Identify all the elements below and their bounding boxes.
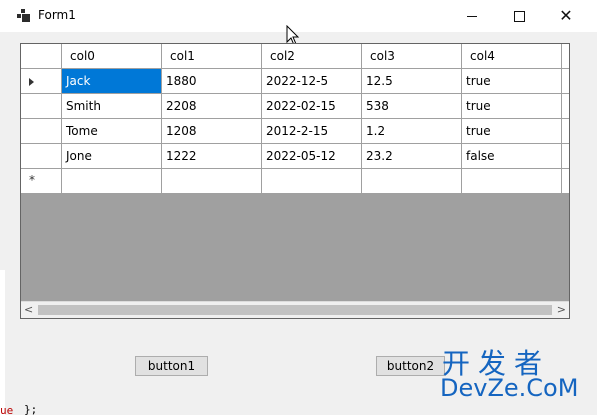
table-cell[interactable]: 2022-12-5 [262, 69, 362, 94]
horizontal-scrollbar[interactable]: < > [21, 301, 569, 318]
table-cell[interactable] [362, 169, 462, 194]
new-row-asterisk-icon: * [29, 173, 35, 187]
top-left-header-cell[interactable] [21, 44, 62, 69]
watermark-logo: 开发者 DevZe.CoM [440, 342, 597, 415]
current-row-arrow-icon [29, 78, 34, 86]
table-cell[interactable]: true [462, 69, 562, 94]
table-cell[interactable]: 1222 [162, 144, 262, 169]
table-cell[interactable] [262, 169, 362, 194]
table-cell[interactable] [562, 169, 569, 194]
table-cell[interactable]: true [462, 119, 562, 144]
close-icon: ✕ [559, 6, 573, 25]
table-cell[interactable]: 1.2 [362, 119, 462, 144]
window-title: Form1 [38, 8, 76, 22]
table-cell[interactable]: Tome [62, 119, 162, 144]
button1[interactable]: button1 [135, 356, 208, 376]
data-grid-view[interactable]: col0 col1 col2 col3 col4 c Jack 1880 202… [20, 43, 570, 319]
maximize-button[interactable] [496, 0, 542, 32]
table-row[interactable]: Tome 1208 2012-2-15 1.2 true [21, 119, 569, 144]
scrollbar-thumb[interactable] [38, 305, 552, 315]
table-row[interactable]: Jone 1222 2022-05-12 23.2 false [21, 144, 569, 169]
table-cell[interactable]: true [462, 94, 562, 119]
table-cell[interactable] [562, 119, 569, 144]
close-button[interactable]: ✕ [543, 0, 589, 32]
table-cell[interactable] [162, 169, 262, 194]
table-row[interactable]: Jack 1880 2022-12-5 12.5 true [21, 69, 569, 94]
scroll-left-icon[interactable]: < [24, 303, 33, 316]
table-cell[interactable]: 1880 [162, 69, 262, 94]
new-row-header[interactable]: * [21, 169, 62, 194]
column-header[interactable]: col2 [262, 44, 362, 69]
column-header[interactable]: col0 [62, 44, 162, 69]
row-header[interactable] [21, 144, 62, 169]
maximize-icon [513, 10, 525, 22]
scroll-right-icon[interactable]: > [557, 303, 566, 316]
table-cell[interactable]: Smith [62, 94, 162, 119]
background-code-fragment: }; [24, 403, 38, 416]
row-header-current[interactable] [21, 69, 62, 94]
table-cell[interactable] [562, 144, 569, 169]
column-header[interactable]: c [562, 44, 569, 69]
app-icon [17, 9, 31, 23]
button2[interactable]: button2 [376, 356, 445, 376]
minimize-button[interactable] [449, 0, 495, 32]
form-window: Form1 ✕ col0 col1 col2 col3 col4 c Jack … [0, 0, 597, 417]
table-cell[interactable]: 2208 [162, 94, 262, 119]
table-cell[interactable]: 12.5 [362, 69, 462, 94]
table-cell[interactable]: 538 [362, 94, 462, 119]
new-row[interactable]: * [21, 169, 569, 194]
background-code-fragment: ue [0, 404, 14, 417]
table-cell[interactable]: 1208 [162, 119, 262, 144]
column-header[interactable]: col4 [462, 44, 562, 69]
table-cell[interactable] [462, 169, 562, 194]
table-cell[interactable] [562, 94, 569, 119]
table-cell[interactable]: Jone [62, 144, 162, 169]
row-header[interactable] [21, 119, 62, 144]
minimize-icon [467, 15, 477, 17]
table-cell[interactable]: 2022-05-12 [262, 144, 362, 169]
table-cell[interactable]: 23.2 [362, 144, 462, 169]
table-cell-selected[interactable]: Jack [62, 69, 162, 94]
row-header[interactable] [21, 94, 62, 119]
table-cell[interactable] [62, 169, 162, 194]
column-header-row: col0 col1 col2 col3 col4 c [21, 44, 569, 69]
column-header[interactable]: col1 [162, 44, 262, 69]
table-row[interactable]: Smith 2208 2022-02-15 538 true [21, 94, 569, 119]
column-header[interactable]: col3 [362, 44, 462, 69]
background-editor-edge [0, 270, 5, 415]
table-cell[interactable] [562, 69, 569, 94]
watermark-bottom-text: DevZe.CoM [440, 374, 579, 402]
table-cell[interactable]: 2022-02-15 [262, 94, 362, 119]
table-cell[interactable]: 2012-2-15 [262, 119, 362, 144]
table-cell[interactable]: false [462, 144, 562, 169]
